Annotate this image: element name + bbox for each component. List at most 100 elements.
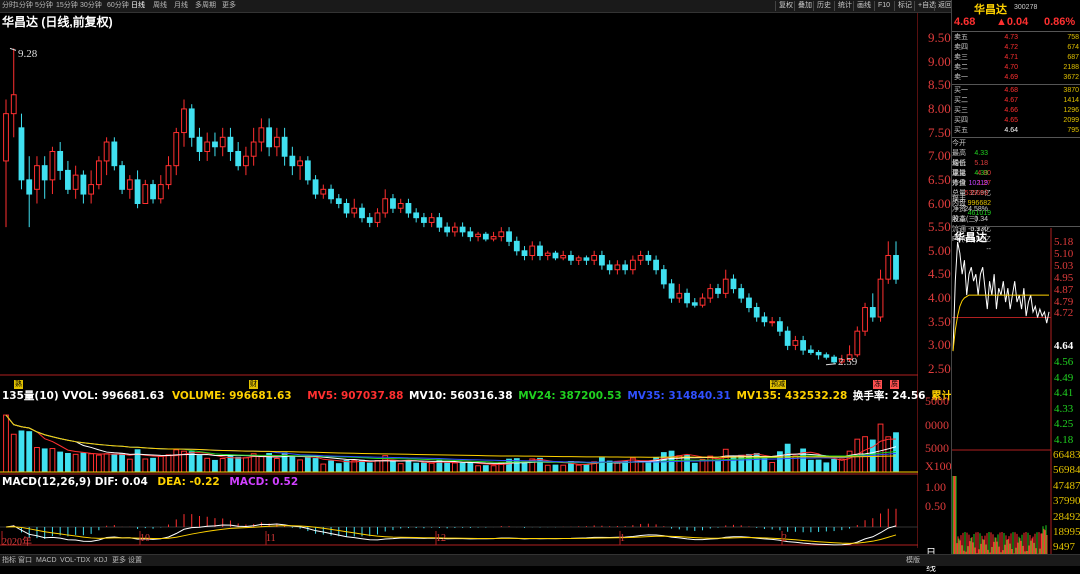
toolbar-right-item-2[interactable]: 历史 [813,1,831,11]
toolbar-item-8[interactable]: 月线 [174,1,188,11]
toolbar-right-item-0[interactable]: 复权 [775,1,793,11]
toolbar-right-item-3[interactable]: 统计 [834,1,852,11]
bottom-tab-0[interactable]: 指标 [2,556,16,565]
intraday-price-tick: 4.25 [1054,418,1074,431]
bid-label: 买三 [954,107,968,114]
volume-bar [41,448,48,473]
candle [660,269,667,285]
mv135-value: MV135: 432532.28 [736,390,848,402]
candle [498,231,505,238]
macd-name: MACD(12,26,9) [2,476,92,488]
intraday-volume-tick: 66483 [1053,449,1080,461]
intraday-volume-tick: 37990 [1053,495,1080,508]
toolbar-item-5[interactable]: 60分钟 [107,1,129,11]
candle [521,250,528,257]
bid-price: 4.67 [1004,97,1018,104]
bottom-tab-5[interactable]: 更多 [112,556,126,565]
candle [196,136,203,152]
volume-bar [320,463,327,473]
bottom-tab-4[interactable]: KDJ [94,556,107,565]
toolbar-item-2[interactable]: 5分钟 [35,1,53,11]
ask-row[interactable]: 卖三 4.71 687 [952,53,1080,63]
bottom-tab-6[interactable]: 设置 [128,556,142,565]
intraday-price-tick: 5.03 [1054,259,1074,272]
toolbar-right-item-1[interactable]: 叠加 [794,1,812,11]
toolbar-item-1[interactable]: 1分钟 [15,1,33,11]
toolbar-right-item-7[interactable]: +自选 [914,1,936,11]
candle [459,226,466,233]
price-tick: 7.00 [928,148,951,164]
ask-label: 卖二 [954,64,968,71]
volume-bar [761,457,768,473]
quote-panel: 华昌达 300278 4.68 ▲0.04 0.86% 卖五 4.73 758 卖四 4… [951,0,1080,565]
volume-bar [738,454,745,473]
ask-row[interactable]: 卖一 4.69 3672 [952,73,1080,83]
divider [952,31,1080,32]
toolbar-item-4[interactable]: 30分钟 [80,1,102,11]
ask-label: 卖五 [954,34,968,41]
stat-label: 净资 [952,206,966,213]
stat-row: 外盘 535663 内盘 461019 [952,179,1080,217]
bid-row[interactable]: 买三 4.66 1296 [952,106,1080,116]
candle [157,184,164,200]
candle [289,155,296,167]
bid-volume: 3870 [1063,87,1079,94]
intraday-volume-tick: 47487 [1053,479,1080,492]
volume-indicator-name: 135量(10) [2,390,59,402]
ask-label: 卖一 [954,74,968,81]
price-tick: 6.00 [928,195,951,211]
candle [150,184,156,200]
ask-price: 4.69 [1004,74,1018,81]
intraday-volume-tick: 28492 [1053,510,1080,523]
ask-row[interactable]: 卖二 4.70 2188 [952,63,1080,73]
volume-bar [537,457,543,473]
intraday-prev-close: 4.64 [1054,340,1074,352]
volume-bar [506,458,512,473]
bottom-tab-2[interactable]: MACD [36,556,57,565]
candle [304,160,311,181]
volume-bar [212,459,218,473]
candle [637,255,644,261]
ask-row[interactable]: 卖五 4.73 758 [952,33,1080,43]
toolbar-item-0[interactable]: 分时 [2,1,16,11]
toolbar-right-item-6[interactable]: 标记 [894,1,912,11]
toolbar-right-item-5[interactable]: F10 [874,1,890,11]
volume-bar [312,458,319,473]
bottom-tab-3[interactable]: VOL-TDX [60,556,90,565]
candle [374,212,381,223]
toolbar-item-3[interactable]: 15分钟 [56,1,78,11]
bid-row[interactable]: 买五 4.64 795 [952,126,1080,136]
volume-bar [173,449,180,473]
intraday-volume-tick: 18995 [1053,526,1080,538]
bid-row[interactable]: 买二 4.67 1414 [952,96,1080,106]
kline-chart[interactable] [0,13,918,548]
bid-row[interactable]: 买四 4.65 2099 [952,116,1080,126]
toolbar-item-10[interactable]: 更多 [222,1,236,11]
toolbar-item-9[interactable]: 多周期 [195,1,216,11]
volume-bar [599,457,605,473]
candle [807,349,814,353]
candle [475,233,481,238]
bottom-tab-1[interactable]: 窗口 [18,556,32,565]
price-change: ▲0.04 [996,16,1029,28]
divider [952,226,1080,227]
stat-row: 最低 4.33 市值 27.9亿 [952,159,1080,197]
bid-row[interactable]: 买一 4.68 3870 [952,86,1080,96]
candle [10,94,17,115]
stat-row: 最高 5.18 量比 1.27 [952,149,1080,187]
ask-row[interactable]: 卖四 4.72 674 [952,43,1080,53]
bid-price: 4.65 [1004,117,1018,124]
candle [467,231,474,238]
candle [877,278,884,318]
toolbar-item-6[interactable]: 日线 [131,1,145,11]
toolbar-right-item-8[interactable]: 返回 [934,1,952,11]
candle [591,255,598,261]
toolbar-item-7[interactable]: 周线 [153,1,167,11]
volume-bar [57,451,64,473]
candle [831,356,837,363]
low-price-label: 2.59 [838,356,858,368]
candle [335,198,342,204]
template-button[interactable]: 模版 [906,556,920,565]
intraday-price-tick: 4.49 [1054,371,1074,384]
toolbar-right-item-4[interactable]: 画线 [853,1,871,11]
